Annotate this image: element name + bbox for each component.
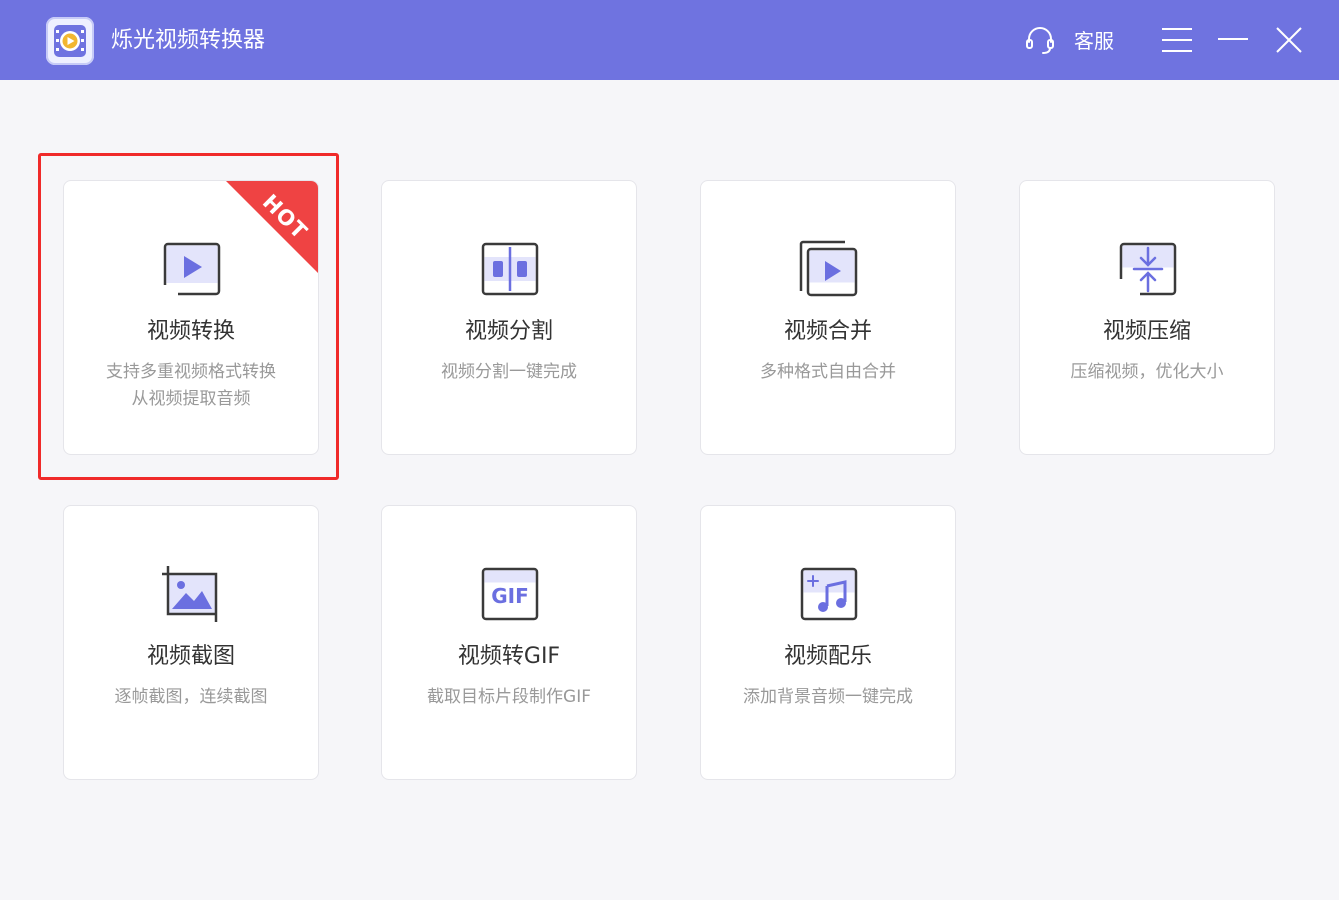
video-convert-icon bbox=[162, 239, 222, 299]
card-description: 逐帧截图，连续截图 bbox=[64, 684, 318, 711]
card-desc-line: 视频分割一键完成 bbox=[441, 362, 577, 382]
card-desc-line: 添加背景音频一键完成 bbox=[743, 687, 913, 707]
video-music-icon bbox=[799, 564, 859, 624]
card-title: 视频转GIF bbox=[457, 644, 561, 669]
card-title: 视频截图 bbox=[146, 644, 235, 669]
minimize-icon[interactable] bbox=[1217, 24, 1249, 56]
customer-service-button[interactable]: 客服 bbox=[1074, 27, 1114, 55]
card-desc-line: 压缩视频，优化大小 bbox=[1070, 362, 1224, 382]
card-title: 视频配乐 bbox=[783, 644, 872, 669]
card-desc-line: 从视频提取音频 bbox=[131, 389, 251, 409]
video-split-icon bbox=[480, 239, 540, 299]
card-title: 视频分割 bbox=[464, 319, 553, 344]
video-to-gif-icon: GIF bbox=[480, 564, 540, 624]
menu-icon[interactable] bbox=[1161, 24, 1193, 56]
card-desc-line: 多种格式自由合并 bbox=[760, 362, 896, 382]
title-bar: 烁光视频转换器 客服 bbox=[0, 0, 1339, 80]
card-title: 视频转换 bbox=[146, 319, 235, 344]
headset-icon[interactable] bbox=[1024, 24, 1056, 56]
app-title: 烁光视频转换器 bbox=[111, 28, 266, 53]
card-video-screenshot[interactable]: 视频截图 逐帧截图，连续截图 bbox=[63, 505, 319, 780]
card-video-split[interactable]: 视频分割 视频分割一键完成 bbox=[381, 180, 637, 455]
card-desc-line: 截取目标片段制作GIF bbox=[427, 687, 591, 707]
card-desc-line: 支持多重视频格式转换 bbox=[106, 362, 276, 382]
card-description: 支持多重视频格式转换 从视频提取音频 bbox=[64, 359, 318, 413]
card-description: 截取目标片段制作GIF bbox=[382, 684, 636, 711]
card-description: 添加背景音频一键完成 bbox=[701, 684, 955, 711]
hot-badge-label: HOT bbox=[257, 189, 313, 245]
video-merge-icon bbox=[799, 239, 859, 299]
card-video-convert[interactable]: 视频转换 支持多重视频格式转换 从视频提取音频 HOT bbox=[63, 180, 319, 455]
card-video-merge[interactable]: 视频合并 多种格式自由合并 bbox=[700, 180, 956, 455]
video-screenshot-icon bbox=[162, 564, 222, 624]
hot-badge: HOT bbox=[226, 181, 318, 273]
gif-icon-text: GIF bbox=[491, 584, 529, 608]
card-video-music[interactable]: 视频配乐 添加背景音频一键完成 bbox=[700, 505, 956, 780]
card-description: 多种格式自由合并 bbox=[701, 359, 955, 386]
card-desc-line: 逐帧截图，连续截图 bbox=[114, 687, 268, 707]
card-title: 视频合并 bbox=[783, 319, 872, 344]
app-logo-icon bbox=[46, 17, 94, 65]
card-description: 视频分割一键完成 bbox=[382, 359, 636, 386]
card-title: 视频压缩 bbox=[1102, 319, 1191, 344]
video-compress-icon bbox=[1118, 239, 1178, 299]
card-video-compress[interactable]: 视频压缩 压缩视频，优化大小 bbox=[1019, 180, 1275, 455]
card-video-to-gif[interactable]: GIF 视频转GIF 截取目标片段制作GIF bbox=[381, 505, 637, 780]
card-description: 压缩视频，优化大小 bbox=[1020, 359, 1274, 386]
close-icon[interactable] bbox=[1273, 24, 1305, 56]
